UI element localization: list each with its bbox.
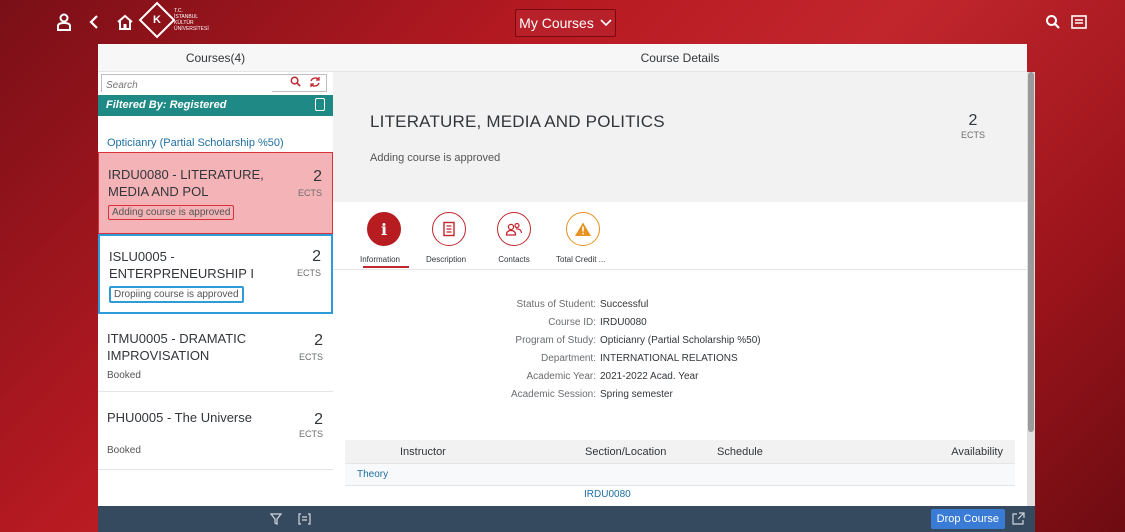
detail-value: 2021-2022 Acad. Year xyxy=(600,371,699,382)
course-name: IRDU0080 - LITERATURE, MEDIA AND POL xyxy=(108,167,264,199)
search-box[interactable] xyxy=(101,74,327,94)
group-header: Opticianry (Partial Scholarship %50) xyxy=(107,137,284,149)
ects-value: 2 xyxy=(312,248,321,265)
ects-label: ECTS xyxy=(297,188,322,198)
ects-label: ECTS xyxy=(296,268,321,278)
user-icon[interactable] xyxy=(52,10,76,34)
detail-row: Program of Study: xyxy=(333,335,596,349)
search-input[interactable] xyxy=(102,77,272,94)
tab-description[interactable]: Description xyxy=(426,212,466,264)
detail-key: Status of Student: xyxy=(516,299,597,310)
status-text: Booked xyxy=(107,370,141,381)
info-icon: i xyxy=(367,212,401,246)
details-scrollbar[interactable] xyxy=(1027,72,1035,506)
logo-mark-icon: K xyxy=(138,1,176,39)
detail-value: Opticianry (Partial Scholarship %50) xyxy=(600,335,761,346)
details-footer-toolbar: Drop Course xyxy=(333,506,1035,532)
tab-information[interactable]: i Information xyxy=(360,212,401,264)
search-icon[interactable] xyxy=(288,76,302,90)
column-header: Availability xyxy=(951,446,1003,458)
course-name: PHU0005 - The Universe xyxy=(107,410,252,425)
detail-key: Department: xyxy=(540,353,596,364)
detail-row: Academic Session: xyxy=(333,389,596,403)
section-link[interactable]: IRDU0080 xyxy=(584,489,631,500)
contacts-icon xyxy=(497,212,531,246)
detail-value: INTERNATIONAL RELATIONS xyxy=(600,353,738,364)
ects-value: 2 xyxy=(314,411,323,428)
ects-value: 2 xyxy=(313,168,322,185)
filter-icon[interactable] xyxy=(269,512,283,530)
ects-block: 2 ECTS xyxy=(961,112,985,140)
copy-icon[interactable] xyxy=(315,98,325,111)
ects-label: ECTS xyxy=(960,130,985,140)
filter-text: Filtered By: Registered xyxy=(106,99,227,111)
warning-icon xyxy=(565,212,600,246)
filter-info-bar: Filtered By: Registered xyxy=(98,95,333,116)
university-logo[interactable]: K T.C. İSTANBUL KÜLTÜR ÜNİVERSİTESİ xyxy=(138,1,214,39)
scrollbar-thumb[interactable] xyxy=(1028,72,1034,432)
tab-label: Description xyxy=(426,255,467,264)
course-title: LITERATURE, MEDIA AND POLITICS xyxy=(370,112,665,131)
ects-value: 2 xyxy=(968,112,978,129)
icon-tab-bar: i Information Description Contacts Total… xyxy=(333,202,1027,270)
group-icon[interactable] xyxy=(298,512,311,530)
detail-row: Academic Year: xyxy=(333,371,597,385)
search-icon[interactable] xyxy=(1041,10,1065,34)
detail-row: Status of Student: xyxy=(333,299,597,313)
list-item[interactable]: ISLU0005 - ENTERPRENEURSHIP I 2 ECTS Dro… xyxy=(98,234,333,314)
column-header: Section/Location xyxy=(585,446,667,458)
ects-label: ECTS xyxy=(298,352,323,362)
detail-value: Successful xyxy=(600,299,649,310)
app-title-menu-button[interactable]: My Courses xyxy=(515,9,616,37)
details-title: Course Details xyxy=(333,44,1027,72)
table-header: Instructor Section/Location Schedule Ava… xyxy=(345,440,1015,464)
tab-contacts[interactable]: Contacts xyxy=(497,212,531,264)
column-header: Schedule xyxy=(717,446,763,458)
document-icon xyxy=(432,212,466,246)
detail-row: Course ID: xyxy=(333,317,596,331)
back-icon[interactable] xyxy=(82,10,106,34)
detail-key: Academic Year: xyxy=(526,371,597,382)
table-group-row: Theory xyxy=(345,464,1015,486)
course-status: Adding course is approved xyxy=(370,152,501,164)
app-title: My Courses xyxy=(519,15,594,31)
detail-key: Course ID: xyxy=(548,317,596,328)
detail-value: Spring semester xyxy=(600,389,673,400)
detail-key: Program of Study: xyxy=(515,335,596,346)
tab-label: Contacts xyxy=(498,255,530,264)
status-text: Booked xyxy=(107,445,141,456)
selected-tab-indicator xyxy=(363,266,409,268)
detail-row: Department: xyxy=(333,353,596,367)
detail-key: Academic Session: xyxy=(510,389,596,400)
schedule-table: Instructor Section/Location Schedule Ava… xyxy=(345,440,1015,504)
status-text: Adding course is approved xyxy=(108,205,235,220)
tab-total-credit[interactable]: Total Credit ... xyxy=(556,212,605,264)
menu-icon[interactable] xyxy=(1067,10,1091,34)
ects-value: 2 xyxy=(314,332,323,349)
object-header: LITERATURE, MEDIA AND POLITICS Adding co… xyxy=(333,72,1027,202)
ects-label: ECTS xyxy=(298,429,323,439)
detail-value: IRDU0080 xyxy=(600,317,647,328)
chevron-down-icon xyxy=(600,19,612,27)
drop-course-button[interactable]: Drop Course xyxy=(930,509,1005,529)
status-text: Dropiing course is approved xyxy=(109,286,244,303)
course-name: ITMU0005 - DRAMATIC IMPROVISATION xyxy=(107,331,247,363)
list-item[interactable]: PHU0005 - The Universe 2 ECTS Booked xyxy=(98,392,333,470)
tab-label: Information xyxy=(359,255,401,264)
column-header: Instructor xyxy=(400,446,446,458)
course-name: ISLU0005 - ENTERPRENEURSHIP I xyxy=(109,249,254,281)
refresh-icon[interactable] xyxy=(308,76,322,90)
top-bar: K T.C. İSTANBUL KÜLTÜR ÜNİVERSİTESİ My C… xyxy=(0,0,1125,44)
logo-text: T.C. İSTANBUL KÜLTÜR ÜNİVERSİTESİ xyxy=(174,8,209,32)
courses-list-title: Courses(4) xyxy=(98,44,333,72)
list-footer-toolbar xyxy=(98,506,333,532)
tab-label: Total Credit ... xyxy=(556,255,606,264)
course-details-panel: Course Details LITERATURE, MEDIA AND POL… xyxy=(333,44,1027,506)
table-row[interactable]: IRDU0080 xyxy=(345,486,1015,504)
home-icon[interactable] xyxy=(113,10,137,34)
share-icon[interactable] xyxy=(1012,512,1025,530)
courses-list-panel: Courses(4) Filtered By: Registered Optic… xyxy=(98,44,333,506)
list-item[interactable]: IRDU0080 - LITERATURE, MEDIA AND POL 2 E… xyxy=(98,152,333,234)
list-item[interactable]: ITMU0005 - DRAMATIC IMPROVISATION 2 ECTS… xyxy=(98,314,333,392)
